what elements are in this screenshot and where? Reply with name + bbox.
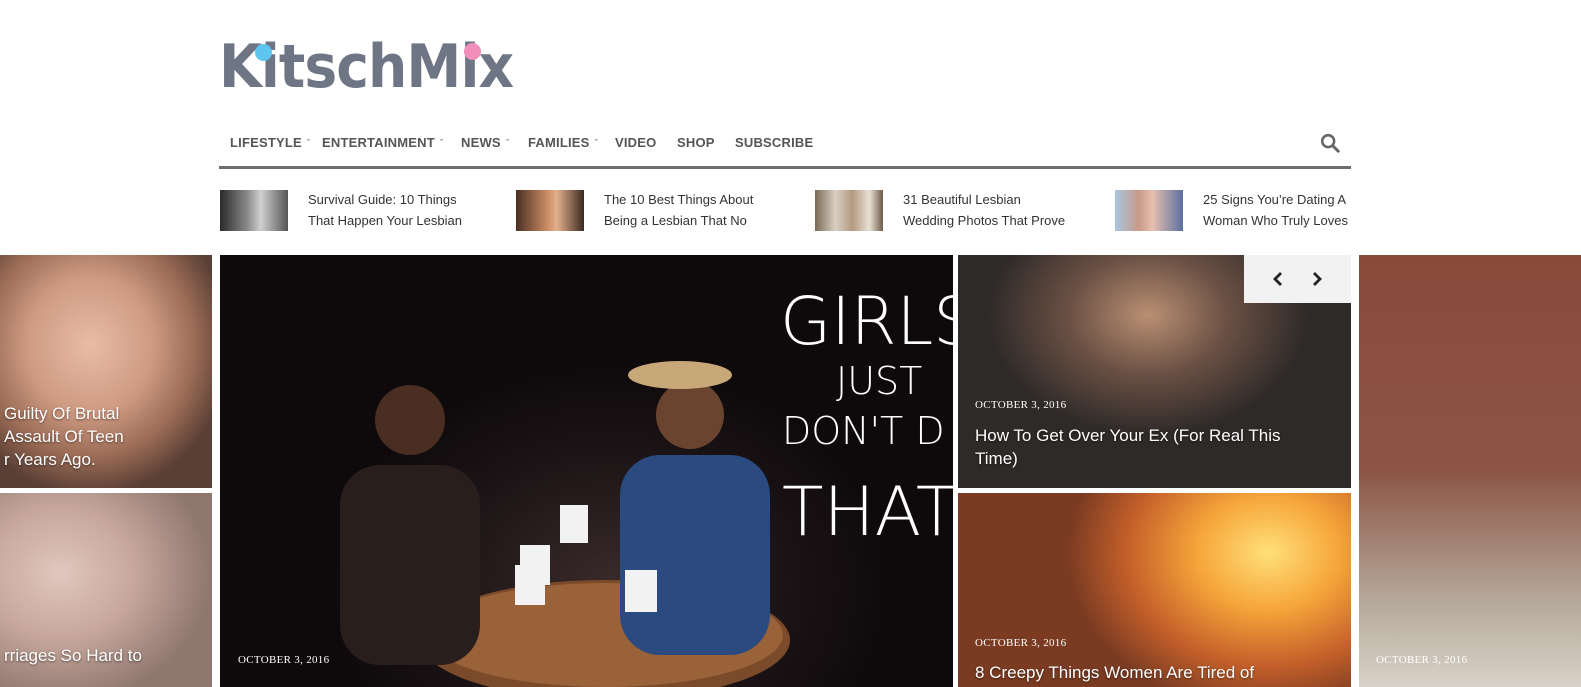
ticker-headline: The 10 Best Things About Being a Lesbian … — [604, 192, 754, 228]
ticker-item[interactable]: Survival Guide: 10 Things That Happen You… — [220, 190, 488, 231]
ticker-headline: Survival Guide: 10 Things That Happen You… — [308, 192, 462, 228]
tile-title: How To Get Over Your Ex (For Real This T… — [975, 426, 1281, 468]
featured-tile[interactable]: OCTOBER 3, 2016 8 Creepy Things Women Ar… — [958, 493, 1351, 687]
chevron-down-icon: ˇ — [306, 137, 311, 148]
ticker-item[interactable]: The 10 Best Things About Being a Lesbian … — [516, 190, 784, 231]
hero-overlay-line: THAT — [782, 473, 953, 552]
nav-item-news[interactable]: NEWS ˇ — [461, 135, 509, 150]
hero-overlay-line: GIRLS — [780, 283, 953, 360]
hero-overlay-line: DON'T D — [782, 409, 945, 453]
ticker-headline: 25 Signs You’re Dating A Woman Who Truly … — [1203, 192, 1348, 228]
logo-pink-dot — [464, 43, 481, 60]
nav-item-label: ENTERTAINMENT — [322, 135, 435, 150]
tile-title: Guilty Of Brutal Assault Of Teen r Years… — [4, 404, 124, 469]
tile-date: OCTOBER 3, 2016 — [975, 637, 1067, 649]
featured-tile[interactable]: Guilty Of Brutal Assault Of Teen r Years… — [0, 255, 212, 488]
logo-blue-dot — [255, 44, 272, 61]
nav-item-subscribe[interactable]: SUBSCRIBE — [735, 135, 813, 150]
ticker-item[interactable]: 31 Beautiful Lesbian Wedding Photos That … — [815, 190, 1083, 231]
chevron-down-icon: ˇ — [594, 137, 598, 148]
ticker-thumbnail — [815, 190, 883, 231]
ticker-thumbnail — [1115, 190, 1183, 231]
featured-tile[interactable]: OCTOBER 3, 2016 — [1359, 255, 1581, 687]
featured-tile[interactable]: OCTOBER 3, 2016 How To Get Over Your Ex … — [958, 255, 1351, 488]
hero-overlay-line: JUST — [836, 359, 923, 403]
nav-item-label: VIDEO — [615, 135, 657, 150]
nav-item-label: SHOP — [677, 135, 715, 150]
chevron-down-icon: ˇ — [505, 137, 510, 148]
nav-item-entertainment[interactable]: ENTERTAINMENT ˇ — [322, 135, 443, 150]
nav-item-label: LIFESTYLE — [230, 135, 302, 150]
tile-title: rriages So Hard to — [4, 646, 142, 665]
search-icon[interactable] — [1319, 132, 1341, 154]
ticker-thumbnail — [516, 190, 584, 231]
site-logo[interactable]: KitschMix — [219, 36, 519, 102]
chevron-right-icon[interactable] — [1307, 269, 1327, 289]
hero-tile[interactable]: GIRLS JUST DON'T D THAT OCTOBER 3, 2016 — [220, 255, 953, 687]
chevron-left-icon[interactable] — [1268, 269, 1288, 289]
tile-date: OCTOBER 3, 2016 — [975, 399, 1067, 411]
nav-item-label: FAMILIES — [528, 135, 590, 150]
tile-title: 8 Creepy Things Women Are Tired of — [975, 663, 1255, 682]
nav-item-shop[interactable]: SHOP — [677, 135, 715, 150]
ticker-item[interactable]: 25 Signs You’re Dating A Woman Who Truly … — [1115, 190, 1351, 231]
nav-item-label: SUBSCRIBE — [735, 135, 814, 150]
ticker-headline: 31 Beautiful Lesbian Wedding Photos That … — [903, 192, 1066, 228]
nav-item-video[interactable]: VIDEO — [615, 135, 656, 150]
trending-ticker: Survival Guide: 10 Things That Happen You… — [219, 185, 1351, 237]
ticker-thumbnail — [220, 190, 288, 231]
main-navigation: LIFESTYLE ˇ ENTERTAINMENT ˇ NEWS ˇ FAMILIES… — [219, 124, 1351, 169]
tile-date: OCTOBER 3, 2016 — [1376, 654, 1468, 666]
nav-item-lifestyle[interactable]: LIFESTYLE ˇ — [230, 135, 310, 150]
nav-item-label: NEWS — [461, 135, 501, 150]
chevron-down-icon: ˇ — [439, 137, 444, 148]
featured-tile[interactable]: rriages So Hard to — [0, 493, 212, 687]
slider-controls — [1244, 255, 1351, 303]
tile-date: OCTOBER 3, 2016 — [238, 654, 330, 666]
nav-item-families[interactable]: FAMILIES ˇ — [528, 135, 598, 150]
